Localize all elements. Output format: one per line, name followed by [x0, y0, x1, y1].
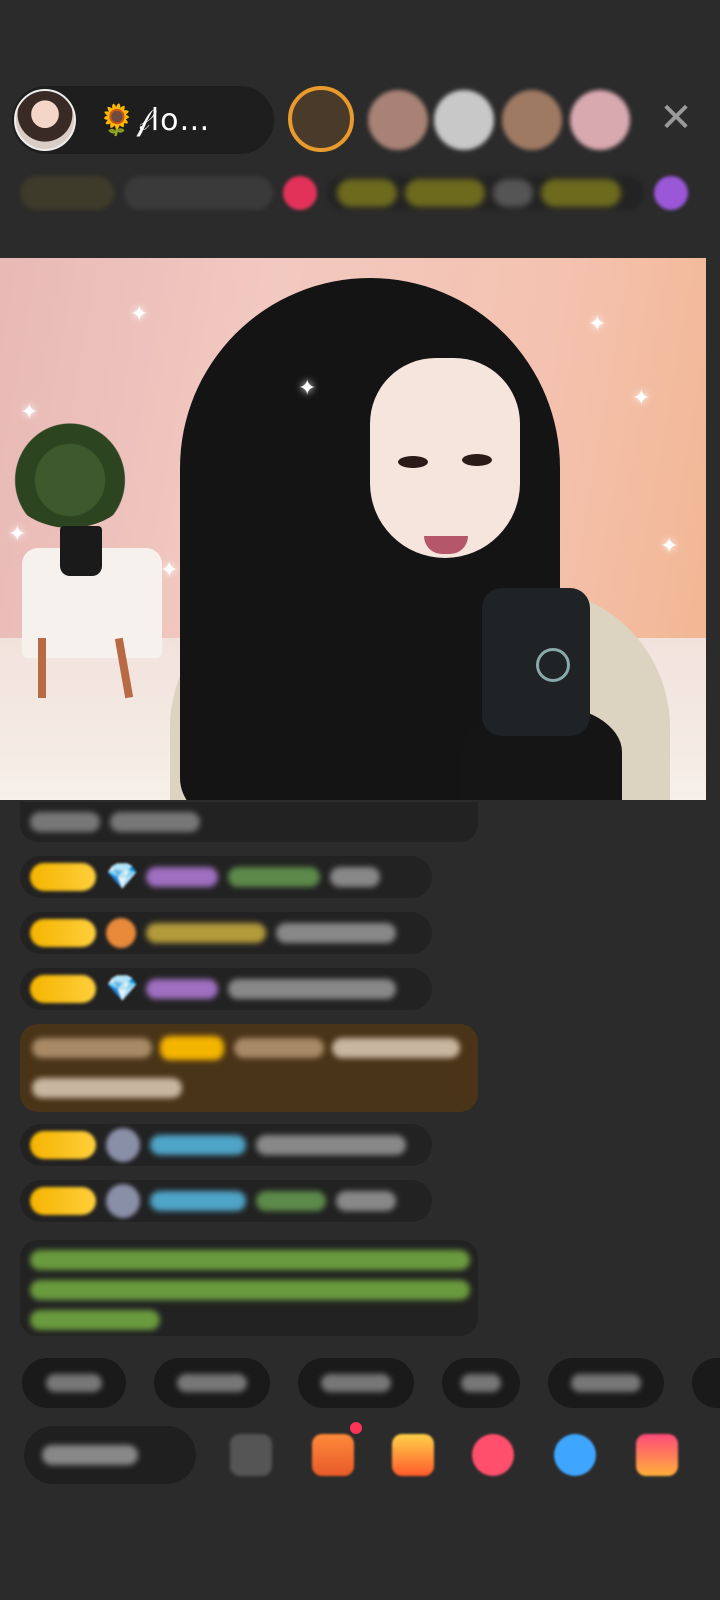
gift-icon[interactable] — [636, 1434, 678, 1476]
sparkle-icon: ✦ — [8, 522, 27, 547]
notification-dot — [350, 1422, 362, 1434]
user-avatar-icon — [106, 1128, 140, 1162]
viewer-avatar-3[interactable] — [434, 90, 494, 150]
sparkle-icon: ✦ — [160, 558, 179, 583]
sparkle-icon: ✦ — [20, 400, 39, 425]
quick-phrase-button[interactable] — [154, 1358, 270, 1408]
viewer-avatar-1[interactable] — [288, 86, 354, 152]
sparkle-icon: ✦ — [588, 312, 607, 337]
chat-message — [20, 912, 432, 954]
fan-icon — [106, 918, 136, 948]
host-name: 🌻𝒻lo… — [98, 102, 211, 138]
room-activity-chip[interactable] — [327, 176, 645, 210]
viewer-avatar-2[interactable] — [368, 90, 428, 150]
level-badge — [30, 1187, 96, 1215]
gem-icon: 💎 — [106, 974, 139, 1004]
chat-message: 💎 — [20, 856, 432, 898]
level-badge — [30, 1131, 96, 1159]
mic-logo-icon — [536, 648, 570, 682]
host-info-pill[interactable]: 🌻𝒻lo… — [12, 86, 274, 154]
sparkle-icon: ✦ — [130, 302, 149, 327]
chat-bubble-icon[interactable] — [472, 1434, 514, 1476]
emoji-icon[interactable] — [230, 1434, 272, 1476]
close-icon[interactable]: ✕ — [656, 98, 696, 138]
quick-phrase-button[interactable] — [22, 1358, 126, 1408]
sparkle-icon: ✦ — [632, 386, 651, 411]
viewer-avatar-5[interactable] — [570, 90, 630, 150]
chat-input[interactable] — [24, 1426, 196, 1484]
red-envelope-icon[interactable] — [392, 1434, 434, 1476]
chat-message: 💎 — [20, 968, 432, 1010]
room-rank-chip[interactable] — [20, 176, 114, 210]
live-video[interactable]: ✦ ✦ ✦ ✦ ✦ ✦ ✦ ✦ — [0, 258, 706, 800]
gift-message — [20, 1024, 478, 1112]
chat-message — [20, 1180, 432, 1222]
streamer-eye — [462, 454, 492, 466]
streamer-eye — [398, 456, 428, 468]
system-announcement — [20, 1240, 478, 1336]
chat-message-partial — [20, 802, 478, 842]
table-leg — [38, 638, 46, 698]
streamer-face — [370, 358, 520, 558]
level-badge — [30, 919, 96, 947]
red-badge-icon — [283, 176, 318, 210]
sparkle-icon: ✦ — [298, 376, 317, 401]
plant — [0, 408, 140, 528]
message-icon[interactable] — [554, 1434, 596, 1476]
host-avatar[interactable] — [14, 89, 76, 151]
level-badge — [30, 863, 96, 891]
room-popularity-chip[interactable] — [123, 176, 274, 210]
level-badge — [30, 975, 96, 1003]
quick-phrase-button[interactable] — [548, 1358, 664, 1408]
gift-box-icon[interactable] — [312, 1434, 354, 1476]
quick-phrase-button[interactable] — [692, 1358, 720, 1408]
chat-message — [20, 1124, 432, 1166]
sparkle-icon: ✦ — [660, 534, 679, 559]
plant-pot — [60, 526, 102, 576]
quick-phrase-button[interactable] — [442, 1358, 520, 1408]
purple-badge-icon[interactable] — [654, 176, 688, 210]
viewer-avatar-4[interactable] — [502, 90, 562, 150]
user-avatar-icon — [106, 1184, 140, 1218]
room-info-row — [20, 172, 688, 214]
quick-phrase-button[interactable] — [298, 1358, 414, 1408]
gem-icon: 💎 — [106, 862, 139, 892]
